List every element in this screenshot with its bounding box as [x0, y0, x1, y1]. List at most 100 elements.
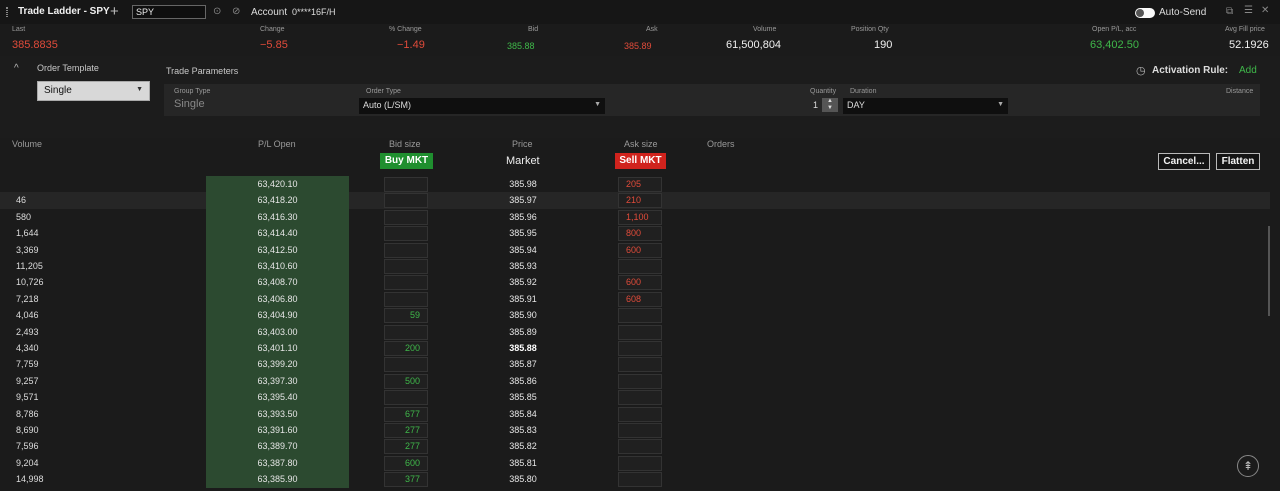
bid-size-cell[interactable] — [384, 209, 428, 225]
price-cell: 385.87 — [509, 359, 537, 370]
price-cell: 385.89 — [509, 326, 537, 337]
ladder-row: 11,205 63,410.60 385.93 — [0, 258, 1270, 275]
bid-size-cell[interactable]: 200 — [384, 341, 428, 356]
ask-size-cell[interactable]: 1,100 — [618, 209, 662, 225]
trade-parameters-box — [164, 84, 1260, 116]
ask-size-cell[interactable] — [618, 439, 662, 455]
ask-size-cell[interactable]: 800 — [618, 226, 662, 242]
bid-size-cell[interactable] — [384, 242, 428, 258]
bid-value: 385.88 — [507, 41, 535, 51]
ask-size-cell[interactable]: 608 — [618, 291, 662, 307]
duration-label: Duration — [850, 88, 877, 95]
drag-grip-icon[interactable] — [6, 7, 8, 17]
ask-size-cell[interactable] — [618, 406, 662, 422]
pl-open-cell: 63,410.60 — [206, 258, 349, 275]
pct-change-value: −1.49 — [397, 39, 425, 51]
volume-value: 61,500,804 — [726, 39, 782, 51]
ladder-scrollbar[interactable] — [1268, 226, 1270, 316]
ask-value: 385.89 — [624, 41, 652, 51]
volume-cell: 46 — [16, 195, 27, 206]
change-label: Change — [260, 26, 285, 33]
order-type-select[interactable]: Auto (L/SM) ▼ — [359, 98, 605, 114]
link-icon[interactable]: ⊘ — [232, 6, 240, 17]
bid-size-cell[interactable] — [384, 177, 428, 192]
popout-icon[interactable]: ⧉ — [1226, 6, 1233, 17]
buy-market-button[interactable]: Buy MKT — [380, 153, 433, 169]
quantity-input[interactable]: 1 — [813, 100, 818, 110]
volume-cell: 8,786 — [16, 408, 39, 419]
bid-size-cell[interactable]: 277 — [384, 439, 428, 455]
ladder-recenter-icon[interactable]: ⇞ — [1237, 455, 1259, 477]
ask-size-cell[interactable] — [618, 373, 662, 389]
bid-size-cell[interactable] — [384, 193, 428, 209]
ladder-row: 580 63,416.30 385.96 1,100 — [0, 208, 1270, 226]
price-cell: 385.86 — [509, 375, 537, 386]
bid-size-cell[interactable]: 377 — [384, 472, 428, 488]
bid-size-cell[interactable]: 600 — [384, 455, 428, 471]
symbol-input[interactable] — [132, 5, 206, 19]
pct-change-label: % Change — [389, 26, 422, 33]
flatten-button[interactable]: Flatten — [1216, 153, 1260, 170]
bid-size-cell[interactable]: 677 — [384, 406, 428, 422]
ask-size-cell[interactable] — [618, 357, 662, 373]
avg-fill-label: Avg Fill price — [1225, 26, 1265, 33]
bid-size-cell[interactable] — [384, 275, 428, 291]
volume-cell: 11,205 — [16, 261, 43, 271]
bid-size-cell[interactable]: 277 — [384, 423, 428, 438]
ask-label: Ask — [646, 26, 658, 33]
order-template-select[interactable]: Single ▼ — [37, 81, 150, 101]
ask-size-cell[interactable] — [618, 423, 662, 438]
price-cell: 385.85 — [509, 392, 537, 403]
ladder-row: 9,571 63,395.40 385.85 — [0, 389, 1270, 406]
ask-size-cell[interactable]: 600 — [618, 275, 662, 291]
settings-circle-icon[interactable]: ⊙ — [213, 6, 221, 17]
ask-size-cell[interactable]: 600 — [618, 242, 662, 258]
bid-size-cell[interactable] — [384, 226, 428, 242]
ask-size-cell[interactable] — [618, 341, 662, 356]
add-tab-icon[interactable]: + — [110, 3, 119, 20]
bid-size-cell[interactable] — [384, 291, 428, 307]
volume-column-header: Volume — [12, 139, 43, 149]
ask-size-column-header: Ask size — [624, 139, 658, 149]
order-type-value: Auto (L/SM) — [363, 100, 412, 110]
account-number[interactable]: 0****16F/H — [292, 7, 336, 17]
ask-size-cell[interactable]: 210 — [618, 193, 662, 209]
bid-size-cell[interactable] — [384, 357, 428, 373]
quantity-stepper[interactable]: ▲ ▼ — [822, 98, 838, 112]
duration-select[interactable]: DAY ▼ — [843, 98, 1008, 114]
collapse-chevron-icon[interactable]: ^ — [14, 63, 19, 74]
dropdown-caret-icon: ▼ — [594, 101, 601, 108]
ladder-row: 2,493 63,403.00 385.89 — [0, 323, 1270, 340]
ask-size-cell[interactable]: 205 — [618, 177, 662, 192]
pl-open-cell: 63,391.60 — [206, 422, 349, 439]
volume-cell: 7,218 — [16, 293, 39, 304]
activation-rule-add-link[interactable]: Add — [1239, 65, 1257, 76]
group-type-label: Group Type — [174, 88, 211, 95]
ladder-row: 4,046 63,404.90 59 385.90 — [0, 307, 1270, 324]
ask-size-cell[interactable] — [618, 308, 662, 324]
sell-market-button[interactable]: Sell MKT — [615, 153, 666, 169]
ask-size-cell[interactable] — [618, 324, 662, 340]
ask-size-cell[interactable] — [618, 455, 662, 471]
ask-size-cell[interactable] — [618, 390, 662, 406]
bid-size-cell[interactable]: 59 — [384, 308, 428, 324]
bid-size-cell[interactable] — [384, 390, 428, 406]
close-icon[interactable]: ✕ — [1261, 5, 1269, 16]
bid-size-cell[interactable] — [384, 259, 428, 274]
pl-open-cell: 63,393.50 — [206, 405, 349, 422]
bid-size-cell[interactable] — [384, 324, 428, 340]
list-menu-icon[interactable]: ☰ — [1244, 5, 1253, 16]
volume-cell: 10,726 — [16, 277, 44, 288]
pl-open-cell: 63,395.40 — [206, 389, 349, 406]
bid-size-cell[interactable]: 500 — [384, 373, 428, 389]
last-label: Last — [12, 26, 26, 33]
market-label: Market — [506, 155, 540, 167]
order-type-label: Order Type — [366, 88, 401, 95]
group-type-value: Single — [174, 98, 205, 110]
ask-size-cell[interactable] — [618, 259, 662, 274]
price-cell: 385.90 — [509, 310, 537, 321]
ask-size-cell[interactable] — [618, 472, 662, 488]
price-cell-best-bid: 385.88 — [509, 343, 537, 353]
price-cell: 385.80 — [509, 474, 537, 485]
cancel-orders-button[interactable]: Cancel... — [1158, 153, 1210, 170]
